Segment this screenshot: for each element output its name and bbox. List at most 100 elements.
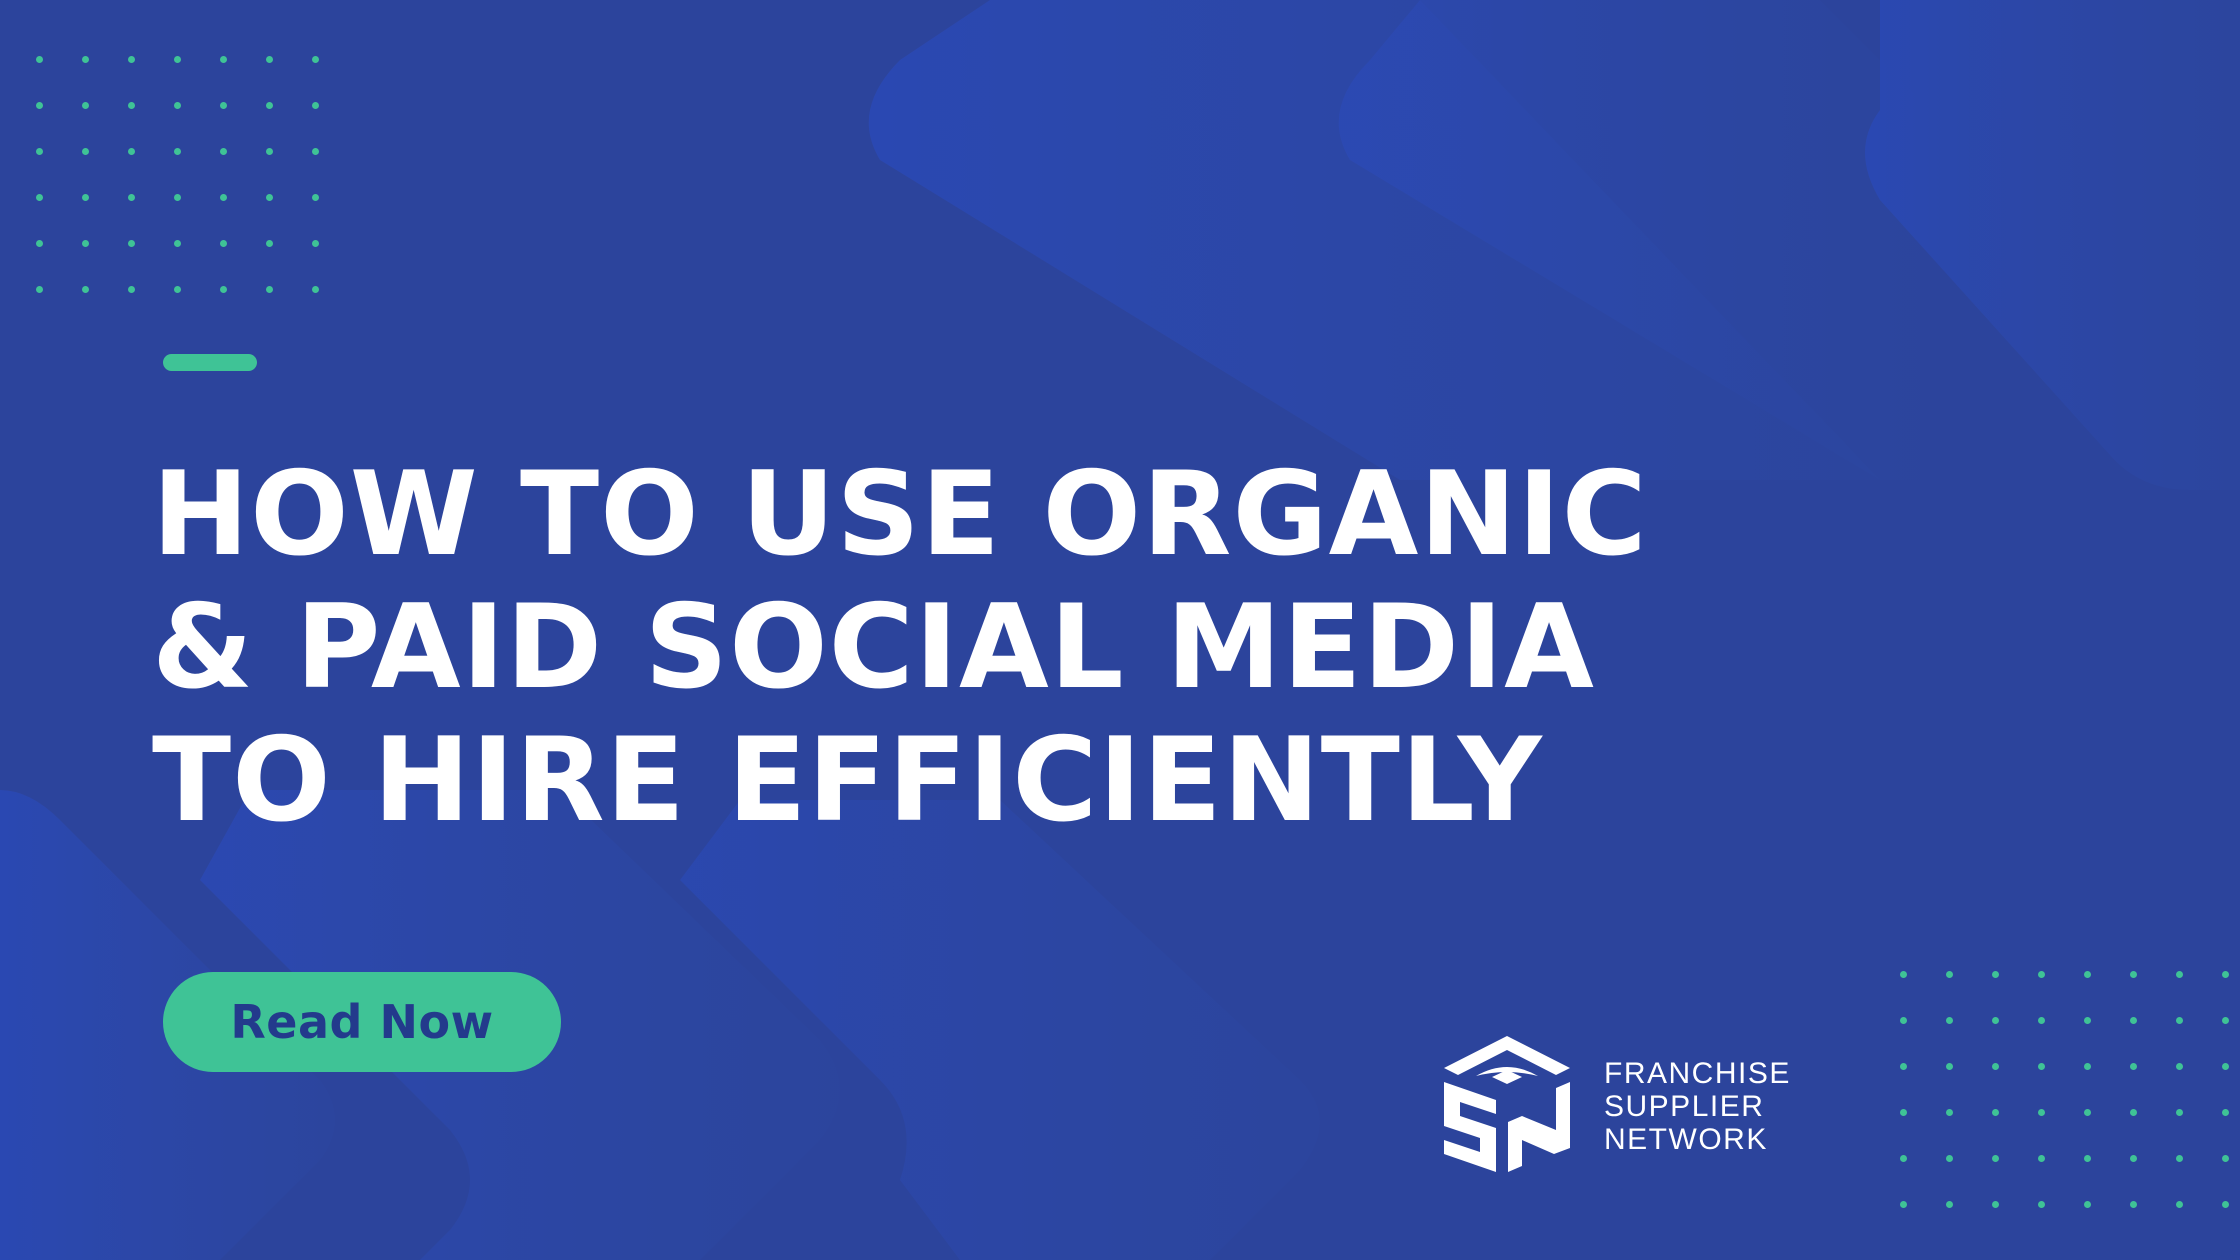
dot [1992,1201,1999,1208]
dot [312,56,319,63]
accent-bar [163,354,257,371]
dot [82,102,89,109]
dot [174,102,181,109]
dot [2084,1201,2091,1208]
dot-grid-bottom-right [1900,971,2240,1208]
dot [128,286,135,293]
dot [128,194,135,201]
dot [1992,971,1999,978]
headline-line-3: TO HIRE EFFICIENTLY [152,713,1543,848]
dot [1946,971,1953,978]
dot [36,286,43,293]
dot [312,240,319,247]
dot [36,148,43,155]
dot [128,56,135,63]
dot [2222,1201,2229,1208]
dot [36,102,43,109]
dot [2222,1063,2229,1070]
dot [220,194,227,201]
dot [1946,1017,1953,1024]
dot [2176,1109,2183,1116]
dot [312,102,319,109]
dot [82,194,89,201]
dot [2084,1155,2091,1162]
dot [1946,1201,1953,1208]
dot [2176,1063,2183,1070]
dot [2084,971,2091,978]
dot [2176,1201,2183,1208]
dot [174,194,181,201]
brand-name: FRANCHISE SUPPLIER NETWORK [1604,1057,1791,1156]
dot [174,286,181,293]
dot [2084,1017,2091,1024]
brand-name-line-2: SUPPLIER [1604,1090,1765,1123]
dot [2130,971,2137,978]
dot [220,148,227,155]
dot [82,240,89,247]
dot [1992,1109,1999,1116]
dot [2130,1017,2137,1024]
dot-grid-top-left [36,56,326,293]
dot [2084,1109,2091,1116]
dot [2038,1017,2045,1024]
dot [266,148,273,155]
dot [2038,1109,2045,1116]
hero-banner: HOW TO USE ORGANIC & PAID SOCIAL MEDIA T… [0,0,2240,1260]
dot [312,286,319,293]
dot [220,56,227,63]
dot [2222,1017,2229,1024]
dot [2222,1109,2229,1116]
headline-line-2: & PAID SOCIAL MEDIA [152,580,1595,715]
dot [82,148,89,155]
brand-logo[interactable]: FRANCHISE SUPPLIER NETWORK [1436,1030,1816,1182]
dot [1900,1063,1907,1070]
dot [2130,1063,2137,1070]
dot [1992,1017,1999,1024]
dot [1900,1201,1907,1208]
dot [128,148,135,155]
dot [36,194,43,201]
dot [1900,1109,1907,1116]
dot [2176,971,2183,978]
dot [2130,1155,2137,1162]
brand-name-line-3: NETWORK [1604,1123,1768,1156]
dot [2176,1155,2183,1162]
dot [312,148,319,155]
brand-name-line-1: FRANCHISE [1604,1057,1791,1090]
dot [266,102,273,109]
dot [2222,1155,2229,1162]
dot [174,148,181,155]
dot [220,286,227,293]
dot [2222,971,2229,978]
dot [2038,971,2045,978]
dot [2038,1201,2045,1208]
dot [2038,1063,2045,1070]
dot [312,194,319,201]
dot [36,56,43,63]
headline-line-1: HOW TO USE ORGANIC [152,447,1648,582]
dot [36,240,43,247]
dot [2084,1063,2091,1070]
dot [1946,1109,1953,1116]
dot [266,240,273,247]
dot [1992,1155,1999,1162]
dot [1992,1063,1999,1070]
dot [128,102,135,109]
dot [1900,1155,1907,1162]
fsn-cube-logo-icon [1444,1036,1570,1172]
dot [1900,971,1907,978]
dot [220,240,227,247]
dot [1946,1155,1953,1162]
dot [220,102,227,109]
dot [266,194,273,201]
dot [2130,1109,2137,1116]
read-now-button[interactable]: Read Now [163,972,561,1072]
dot [174,56,181,63]
dot [2038,1155,2045,1162]
page-title: HOW TO USE ORGANIC & PAID SOCIAL MEDIA T… [152,448,1902,847]
dot [266,56,273,63]
dot [1900,1017,1907,1024]
dot [2130,1201,2137,1208]
dot [1946,1063,1953,1070]
dot [266,286,273,293]
